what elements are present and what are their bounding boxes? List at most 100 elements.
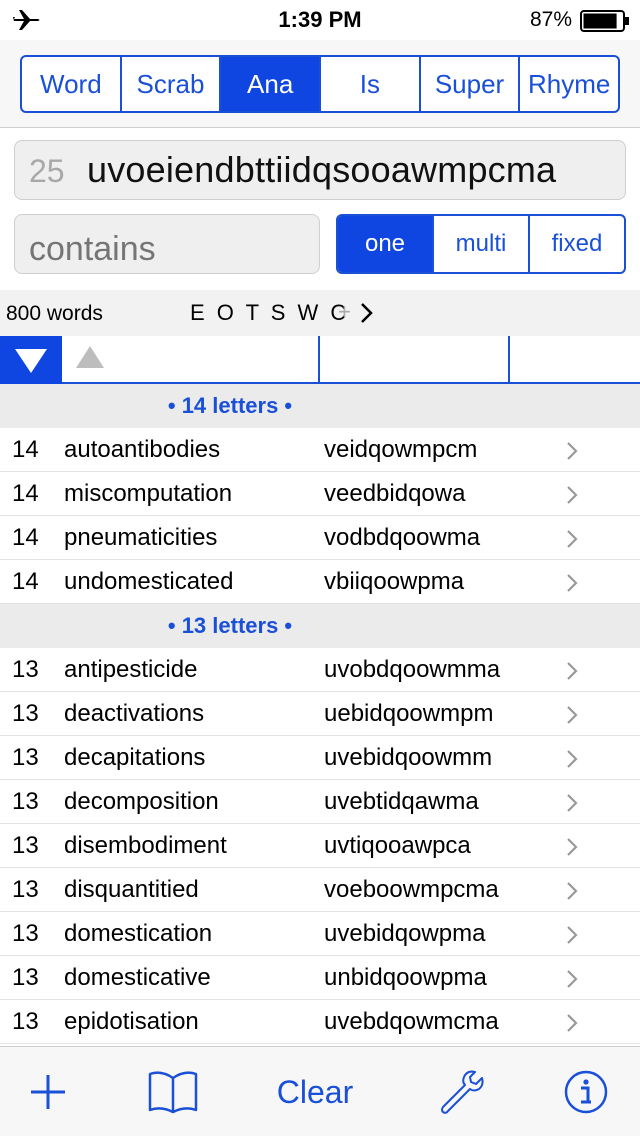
section-label: • 13 letters • [167,613,293,638]
chevron-right-icon [567,926,578,944]
word-text: domesticative [64,964,211,991]
word-length: 13 [12,920,39,947]
letters-value: uvoeiendbttiidqsooawmpcma [87,149,557,190]
match-mode-segmented-control: one multi fixed [336,214,626,274]
letters-input[interactable]: 25 uvoeiendbttiidqsooawmpcma [14,140,626,200]
tab-scrab[interactable]: Scrab [119,57,220,111]
results-list: • 14 letters • 14 autoantibodies veidqowmpc… [0,384,640,1046]
sort-descending-button[interactable] [0,336,62,384]
mode-fixed[interactable]: fixed [528,216,624,272]
tab-is[interactable]: Is [319,57,419,111]
chevron-right-icon [567,486,578,504]
list-item[interactable]: 13 decapitations uvebidqoowmm [0,736,640,780]
remaining-letters: voeboowmpcma [324,876,499,903]
word-length: 14 [12,568,39,595]
dictionary-button[interactable] [138,1047,208,1136]
chevron-right-icon [567,794,578,812]
tab-ana[interactable]: Ana [219,57,320,111]
plus-icon [31,1075,65,1109]
chevron-right-icon [567,838,578,856]
battery-percent: 87% [529,8,572,31]
sort-column-3[interactable] [320,336,510,384]
word-text: disquantitied [64,876,199,903]
word-length: 13 [12,1008,39,1035]
list-item[interactable]: 13 disquantitied voeboowmpcma [0,868,640,912]
clear-button[interactable]: Clear [256,1047,374,1136]
word-text: domestication [64,920,213,947]
remaining-letters: uebidqoowmpm [324,700,494,727]
results-info-bar: 800 words E O T S W C + [0,290,640,336]
sort-column-4[interactable] [510,336,640,384]
word-length: 13 [12,876,39,903]
remaining-letters: veedbidqowa [324,480,466,507]
word-text: pneumaticities [64,524,218,551]
word-text: epidotisation [64,1008,199,1035]
remaining-letters: vbiiqoowpma [324,568,465,595]
more-letters-plus: + [338,299,351,324]
list-item[interactable]: 13 domestication uvebidqowpma [0,912,640,956]
book-icon [148,1071,198,1114]
list-item[interactable]: 13 disembodiment uvtiqooawpca [0,824,640,868]
list-item[interactable]: 14 undomesticated vbiiqoowpma [0,560,640,604]
mode-multi[interactable]: multi [432,216,528,272]
word-text: disembodiment [64,832,227,859]
remaining-letters: uvtiqooawpca [324,832,471,859]
list-item[interactable]: 13 decomposition uvebtidqawma [0,780,640,824]
word-text: decapitations [64,744,206,771]
section-label: • 14 letters • [167,393,293,418]
chevron-right-icon[interactable] [358,300,376,326]
chevron-right-icon [567,882,578,900]
contains-field[interactable] [14,214,320,274]
chevron-right-icon [567,706,578,724]
remaining-letters: uvebdqowmcma [324,1008,499,1035]
mode-header: Word Scrab Ana Is Super Rhyme [0,40,640,128]
chevron-right-icon [567,530,578,548]
word-count: 800 words [6,302,103,325]
remaining-letters: vodbdqoowma [324,524,481,551]
word-length: 13 [12,744,39,771]
list-item[interactable]: 14 autoantibodies veidqowmpcm [0,428,640,472]
list-item[interactable]: 14 miscomputation veedbidqowa [0,472,640,516]
chevron-right-icon [567,750,578,768]
list-item[interactable]: 13 antipesticide uvobdqoowmma [0,648,640,692]
search-type-segmented-control: Word Scrab Ana Is Super Rhyme [20,55,620,113]
list-item[interactable]: 13 deactivations uebidqoowmpm [0,692,640,736]
tab-word[interactable]: Word [22,57,120,111]
word-length: 14 [12,524,39,551]
remaining-letters: uvebtidqawma [324,788,479,815]
word-length: 13 [12,700,39,727]
battery-icon [580,10,629,32]
sort-ascending-button[interactable] [62,336,320,384]
info-button[interactable] [556,1047,616,1136]
sort-header [0,336,640,384]
status-bar: 1:39 PM 87% [0,0,640,40]
settings-button[interactable] [430,1047,492,1136]
tab-super[interactable]: Super [418,57,519,111]
chevron-right-icon [567,662,578,680]
word-length: 13 [12,832,39,859]
wrench-icon [441,1070,484,1114]
remaining-letters: uvebidqoowmm [324,744,493,771]
remaining-letters: uvebidqowpma [324,920,486,947]
list-item[interactable]: 14 pneumaticities vodbdqoowma [0,516,640,560]
list-item[interactable]: 13 domesticative unbidqoowpma [0,956,640,1000]
tab-rhyme[interactable]: Rhyme [518,57,618,111]
word-text: undomesticated [64,568,234,595]
letter-count: 25 [29,153,65,189]
word-text: miscomputation [64,480,233,507]
list-item[interactable]: 13 epidotisation uvebdqowmcma [0,1000,640,1044]
word-text: antipesticide [64,656,198,683]
bottom-toolbar: Clear [0,1046,640,1136]
word-length: 13 [12,656,39,683]
chevron-right-icon [567,970,578,988]
section-header: • 14 letters • [0,384,640,428]
mode-one[interactable]: one [338,216,432,272]
letter-frequency: E O T S W C [190,300,350,325]
triangle-down-icon [15,349,47,373]
word-length: 13 [12,788,39,815]
add-button[interactable] [12,1047,84,1136]
chevron-right-icon [567,1014,578,1032]
word-text: decomposition [64,788,219,815]
remaining-letters: uvobdqoowmma [324,656,501,683]
chevron-right-icon [567,442,578,460]
